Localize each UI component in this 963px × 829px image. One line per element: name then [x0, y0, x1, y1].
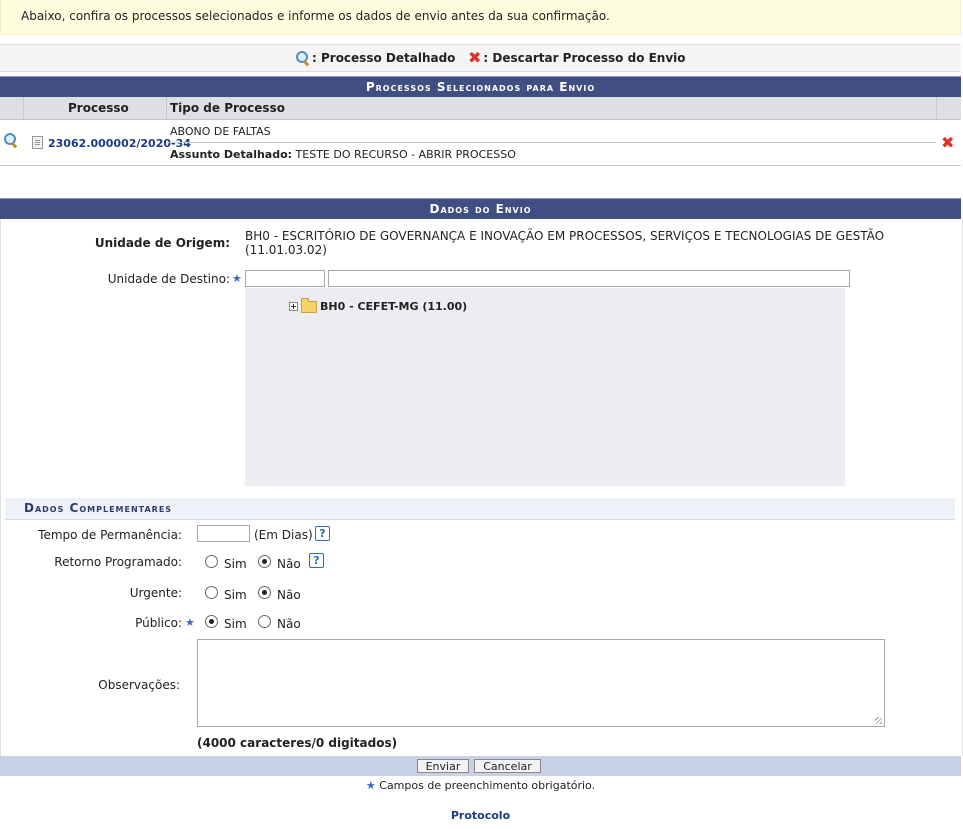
subject-value: TESTE DO RECURSO - ABRIR PROCESSO	[295, 148, 516, 161]
char-counter: (4000 caracteres/0 digitados)	[197, 736, 398, 750]
publico-nao-radio[interactable]	[258, 615, 271, 628]
urgente-sim-label: Sim	[224, 588, 247, 602]
processes-section-title: Processos Selecionados para Envio	[0, 76, 961, 97]
help-icon-tempo[interactable]: ?	[315, 526, 330, 541]
retorno-label: Retorno Programado:	[54, 555, 182, 569]
required-note-text: Campos de preenchimento obrigatório.	[375, 779, 596, 792]
retorno-nao-label: Não	[277, 557, 301, 571]
process-type: ABONO DE FALTAS	[170, 125, 271, 138]
urgente-nao-radio[interactable]	[258, 586, 271, 599]
retorno-sim-label: Sim	[224, 557, 247, 571]
tree-node-label[interactable]: BH0 - CEFET-MG (11.00)	[320, 300, 467, 313]
destino-label: Unidade de Destino:	[107, 272, 230, 286]
retorno-nao-radio[interactable]	[258, 555, 271, 568]
document-icon	[32, 136, 43, 149]
instruction-notice: Abaixo, confira os processos selecionado…	[0, 0, 961, 35]
enviar-button[interactable]: Enviar	[417, 759, 469, 773]
unit-tree: BH0 - CEFET-MG (11.00)	[245, 288, 845, 486]
tempo-label: Tempo de Permanência:	[38, 528, 182, 542]
notice-text: Abaixo, confira os processos selecionado…	[21, 9, 610, 23]
view-detail-icon[interactable]	[4, 133, 18, 149]
processes-table-header: Processo Tipo de Processo	[0, 97, 961, 120]
subject-label: Assunto Detalhado:	[170, 148, 293, 161]
observacoes-textarea[interactable]	[197, 639, 885, 727]
legend-detail: : Processo Detalhado	[296, 51, 456, 67]
urgente-nao-label: Não	[277, 588, 301, 602]
publico-label: Público:	[135, 616, 182, 630]
icon-legend: : Processo Detalhado ✖ : Descartar Proce…	[0, 44, 961, 72]
publico-nao-label: Não	[277, 617, 301, 631]
col-tipo-processo: Tipo de Processo	[170, 101, 285, 115]
complementares-header: Dados Complementares	[5, 498, 955, 520]
destino-name-input[interactable]	[328, 270, 850, 287]
tempo-input[interactable]	[197, 525, 250, 542]
complementares-title: Dados Complementares	[24, 501, 173, 515]
legend-discard-label: : Descartar Processo do Envio	[483, 51, 686, 65]
expand-plus-icon[interactable]	[289, 302, 298, 311]
urgente-sim-radio[interactable]	[205, 586, 218, 599]
magnifier-icon	[296, 51, 310, 67]
protocolo-link[interactable]: Protocolo	[0, 809, 961, 822]
cancelar-button[interactable]: Cancelar	[474, 759, 541, 773]
required-star-icon: ★	[185, 616, 195, 629]
envio-section-title: Dados do Envio	[0, 198, 961, 219]
obs-label: Observações:	[98, 678, 180, 692]
publico-sim-radio[interactable]	[205, 615, 218, 628]
urgente-label: Urgente:	[129, 586, 182, 600]
discard-x-icon: ✖	[468, 48, 482, 67]
discard-process-icon[interactable]: ✖	[941, 135, 954, 151]
origem-value-line2: (11.01.03.02)	[245, 243, 327, 257]
folder-icon	[301, 298, 317, 313]
publico-sim-label: Sim	[224, 617, 247, 631]
required-star-icon: ★	[232, 272, 242, 285]
col-processo: Processo	[68, 101, 129, 115]
origem-value-line1: BH0 - ESCRITÓRIO DE GOVERNANÇA E INOVAÇÃ…	[245, 229, 885, 243]
origem-value: BH0 - ESCRITÓRIO DE GOVERNANÇA E INOVAÇÃ…	[245, 229, 884, 257]
legend-discard: ✖ : Descartar Processo do Envio	[468, 48, 686, 67]
origem-label: Unidade de Origem:	[94, 236, 230, 250]
tempo-unit: (Em Dias)	[254, 528, 313, 542]
required-fields-note: ★ Campos de preenchimento obrigatório.	[0, 779, 961, 792]
retorno-sim-radio[interactable]	[205, 555, 218, 568]
destino-code-input[interactable]	[245, 270, 325, 287]
required-star-icon: ★	[365, 779, 376, 792]
process-subject: Assunto Detalhado: TESTE DO RECURSO - AB…	[170, 148, 516, 161]
tree-node-root[interactable]: BH0 - CEFET-MG (11.00)	[289, 298, 467, 313]
table-row: 23062.000002/2020-34 ABONO DE FALTAS Ass…	[0, 120, 961, 166]
help-icon-retorno[interactable]: ?	[309, 553, 324, 568]
legend-detail-label: : Processo Detalhado	[312, 51, 456, 65]
resize-grip-icon[interactable]	[875, 717, 882, 724]
